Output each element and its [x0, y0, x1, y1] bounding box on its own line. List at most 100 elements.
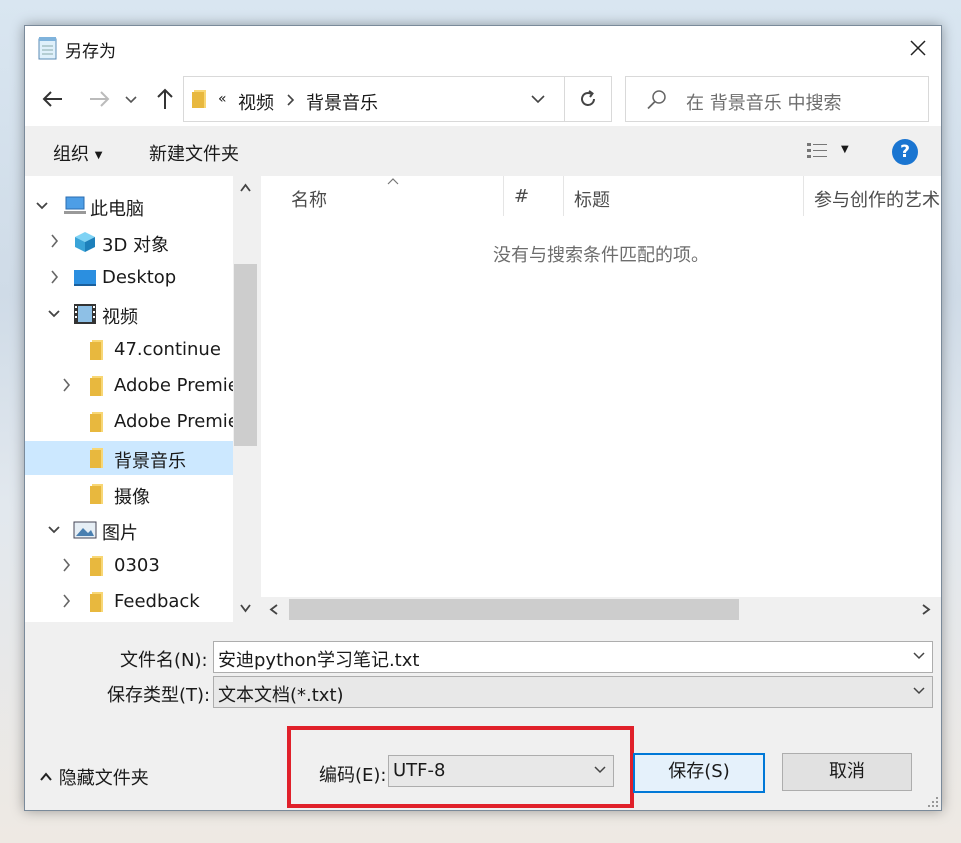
chevron-right-icon[interactable]	[59, 591, 73, 611]
resize-grip-icon[interactable]	[927, 796, 939, 808]
scroll-up-icon[interactable]	[239, 182, 252, 194]
nav-item-folder-feedback[interactable]: Feedback	[25, 585, 233, 619]
column-label: #	[514, 186, 530, 207]
chevron-right-icon[interactable]	[59, 375, 73, 395]
chevron-down-icon[interactable]	[35, 195, 49, 215]
close-icon[interactable]	[895, 26, 941, 71]
breadcrumb-bgmusic[interactable]: 背景音乐	[306, 89, 378, 115]
nav-item-3d-objects[interactable]: 3D 对象	[25, 225, 233, 259]
filename-input[interactable]: 安迪python学习笔记.txt	[218, 646, 419, 672]
encoding-select[interactable]: UTF-8	[388, 755, 614, 787]
column-header-number[interactable]: #	[504, 176, 563, 216]
cancel-button[interactable]: 取消	[782, 753, 912, 791]
filetype-label: 保存类型(T):	[107, 685, 211, 706]
notepad-icon	[38, 37, 57, 60]
nav-label: Adobe Premie	[114, 375, 239, 396]
address-dropdown-icon[interactable]	[530, 92, 546, 106]
nav-item-folder-bgmusic[interactable]: 背景音乐	[25, 441, 233, 475]
address-bar[interactable]: « 视频 背景音乐	[183, 76, 612, 122]
nav-item-folder-47-continue[interactable]: 47.continue	[25, 333, 233, 367]
search-icon	[647, 90, 666, 110]
folder-icon	[90, 448, 103, 468]
back-arrow-icon[interactable]	[39, 85, 67, 113]
chevron-down-icon[interactable]	[593, 764, 607, 776]
column-label: 标题	[574, 190, 610, 211]
nav-label: 图片	[102, 523, 138, 544]
chevron-right-icon[interactable]	[59, 555, 73, 575]
new-folder-button[interactable]: 新建文件夹	[149, 140, 239, 166]
search-input[interactable]: 在 背景音乐 中搜索	[686, 89, 841, 115]
folder-icon	[90, 484, 103, 504]
nav-item-desktop[interactable]: Desktop	[25, 261, 233, 295]
vertical-scrollbar[interactable]	[233, 176, 258, 622]
refresh-icon[interactable]	[577, 88, 599, 110]
hide-folders-label: 隐藏文件夹	[58, 768, 149, 789]
empty-message: 没有与搜索条件匹配的项。	[493, 245, 709, 266]
horizontal-scrollbar[interactable]	[261, 597, 941, 622]
3d-objects-icon	[75, 232, 95, 252]
column-label: 参与创作的艺术	[814, 190, 940, 211]
filename-field[interactable]: 安迪python学习笔记.txt	[213, 641, 933, 673]
forward-arrow-icon[interactable]	[85, 85, 113, 113]
chevron-right-icon[interactable]	[47, 231, 61, 251]
pictures-icon	[73, 521, 97, 539]
nav-label: Desktop	[102, 267, 177, 288]
breadcrumb-overflow[interactable]: «	[218, 91, 227, 107]
filetype-value: 文本文档(*.txt)	[218, 685, 344, 706]
organize-button[interactable]: 组织 ▼	[53, 140, 102, 166]
search-box[interactable]: 在 背景音乐 中搜索	[625, 76, 929, 122]
column-label: 名称	[291, 190, 327, 211]
nav-label: 摄像	[114, 487, 150, 508]
scroll-right-icon[interactable]	[920, 603, 932, 616]
hide-folders-toggle[interactable]: 隐藏文件夹	[39, 764, 149, 790]
nav-label: 视频	[102, 307, 138, 328]
help-icon[interactable]: ?	[892, 139, 918, 165]
filename-label: 文件名(N):	[120, 650, 208, 671]
chevron-right-icon[interactable]	[47, 267, 61, 287]
column-header-contributing-artists[interactable]: 参与创作的艺术	[804, 176, 941, 216]
column-header-title[interactable]: 标题	[564, 176, 803, 216]
breadcrumb-videos[interactable]: 视频	[238, 89, 274, 115]
encoding-value: UTF-8	[393, 760, 446, 781]
folder-icon	[90, 556, 103, 576]
folder-icon	[90, 340, 103, 360]
folder-icon	[192, 90, 206, 108]
divider	[564, 77, 565, 121]
save-as-dialog: 另存为 « 视频 背景音乐 在 背景音乐 中搜索 组织 ▼ 新建文件夹 ▼ ? …	[24, 25, 942, 811]
breadcrumb-separator-icon[interactable]	[285, 93, 295, 107]
command-toolbar: 组织 ▼ 新建文件夹 ▼ ?	[25, 126, 941, 176]
up-arrow-icon[interactable]	[151, 85, 179, 113]
recent-locations-chevron-icon[interactable]	[123, 85, 139, 113]
nav-item-folder-0303[interactable]: 0303	[25, 549, 233, 583]
nav-label: Feedback	[114, 591, 200, 612]
filetype-select[interactable]: 文本文档(*.txt)	[213, 676, 933, 708]
nav-item-folder-adobe-premiere-2[interactable]: Adobe Premie	[25, 405, 239, 439]
nav-item-folder-camera[interactable]: 摄像	[25, 477, 233, 511]
scroll-left-icon[interactable]	[268, 603, 280, 616]
nav-item-videos[interactable]: 视频	[25, 297, 233, 331]
column-header-name[interactable]: 名称	[261, 176, 503, 216]
navigation-pane: 此电脑 3D 对象 Desktop 视频 47.continue Adobe P…	[25, 176, 258, 622]
nav-item-pictures[interactable]: 图片	[25, 513, 233, 547]
scrollbar-thumb[interactable]	[289, 599, 739, 620]
nav-label: 此电脑	[90, 199, 144, 220]
nav-item-folder-adobe-premiere-1[interactable]: Adobe Premie	[25, 369, 239, 403]
organize-label: 组织	[53, 144, 89, 165]
folder-icon	[90, 592, 103, 612]
chevron-down-icon[interactable]	[912, 650, 926, 662]
file-list-pane: 名称 # 标题 参与创作的艺术 没有与搜索条件匹配的项。	[261, 176, 941, 622]
nav-label: Adobe Premie	[114, 411, 239, 432]
chevron-down-icon[interactable]	[47, 519, 61, 539]
nav-label: 背景音乐	[114, 451, 186, 472]
chevron-up-icon	[40, 772, 52, 781]
view-details-icon[interactable]	[806, 141, 828, 161]
scrollbar-thumb[interactable]	[234, 264, 257, 446]
save-button[interactable]: 保存(S)	[633, 753, 765, 793]
chevron-down-icon[interactable]	[912, 685, 926, 697]
scroll-down-icon[interactable]	[239, 602, 252, 614]
nav-label: 47.continue	[114, 339, 221, 360]
view-options-caret-icon[interactable]: ▼	[841, 144, 849, 155]
dialog-title: 另存为	[65, 42, 116, 62]
chevron-down-icon[interactable]	[47, 303, 61, 323]
nav-item-this-pc[interactable]: 此电脑	[25, 189, 233, 223]
